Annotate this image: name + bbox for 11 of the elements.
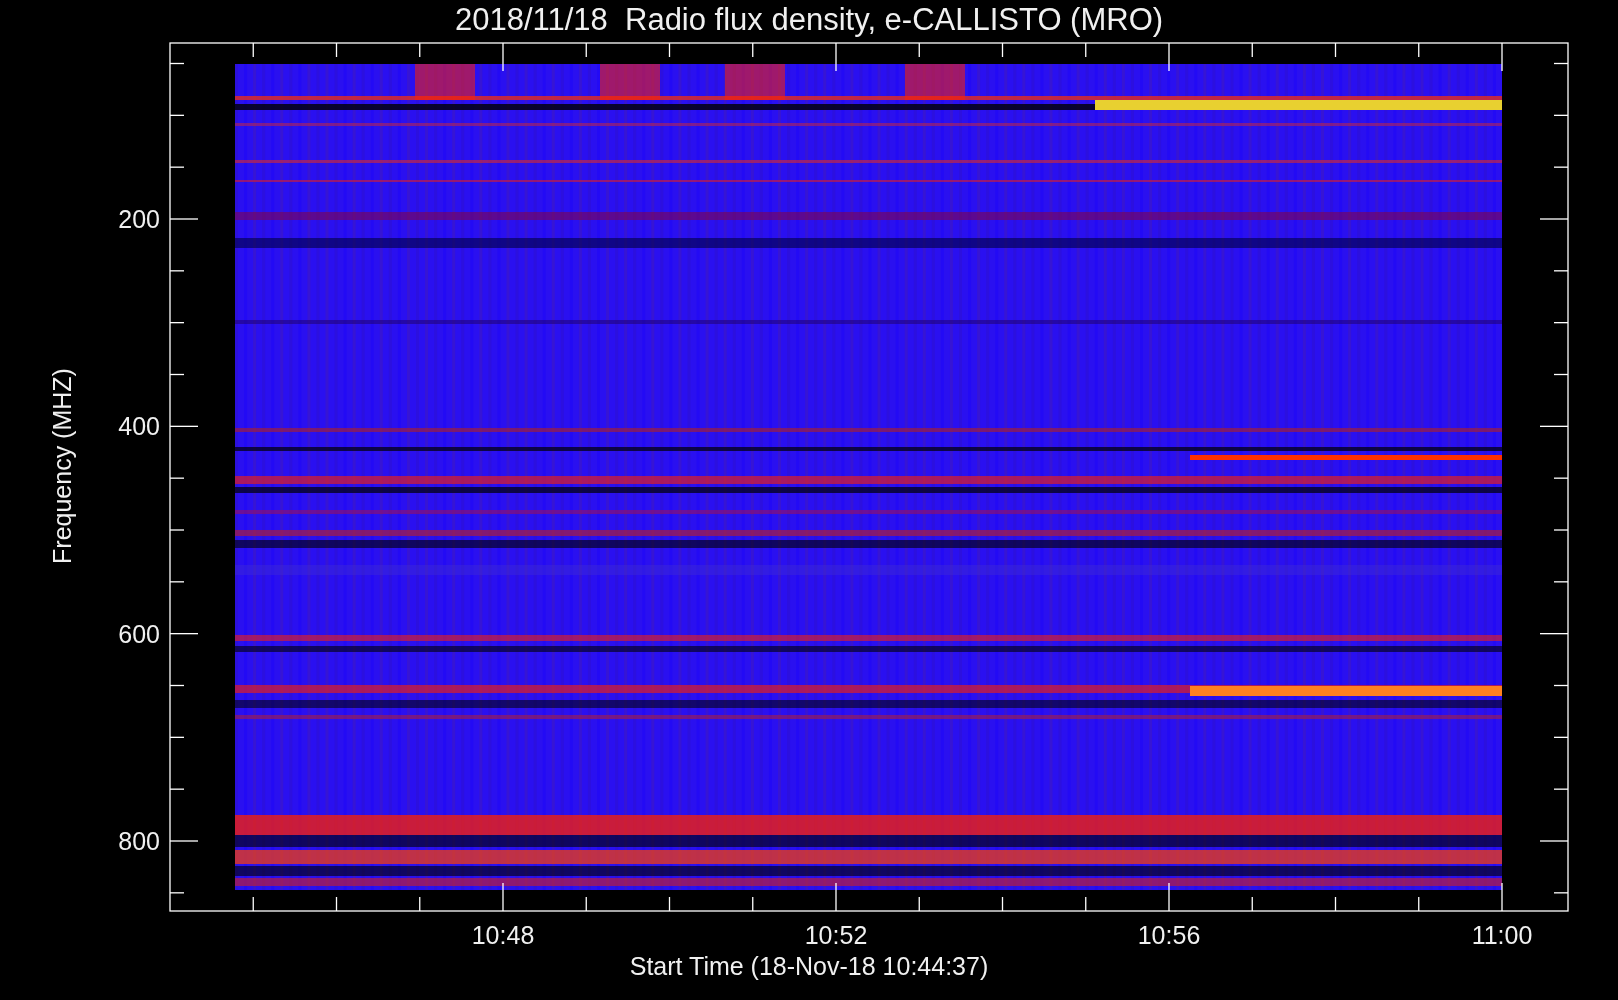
- tick-label: 11:00: [1470, 920, 1534, 950]
- axis-label: Frequency (MHZ): [47, 367, 77, 566]
- tick-label: 10:52: [803, 920, 869, 950]
- chart-title: 2018/11/18 Radio flux density, e-CALLISTO (MRO): [453, 2, 1165, 38]
- axis-label: Start Time (18-Nov-18 10:44:37): [628, 951, 990, 982]
- tick-label: 800: [117, 826, 160, 856]
- tick-label: 600: [117, 618, 160, 649]
- tick-label: 400: [117, 411, 160, 442]
- tick-label: 10:56: [1136, 920, 1202, 950]
- tick-label: 10:48: [470, 920, 536, 950]
- tick-label: 200: [117, 204, 160, 234]
